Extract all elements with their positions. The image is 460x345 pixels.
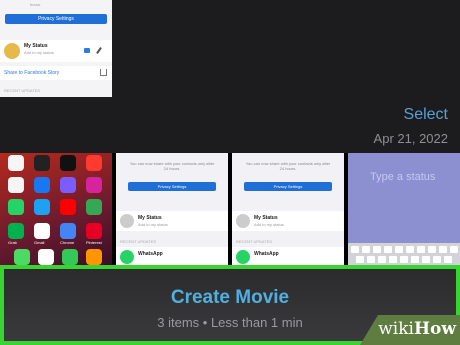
app-icon	[34, 155, 50, 171]
album-header: hours. Privacy Settings My Status Add to…	[0, 0, 460, 153]
key	[384, 246, 392, 253]
key	[351, 246, 359, 253]
app-icon	[60, 155, 76, 171]
type-status-thumbnail[interactable]: Type a status	[348, 153, 460, 265]
whatsapp-status-thumbnail[interactable]: hours. Privacy Settings My Status Add to…	[0, 0, 112, 97]
select-button[interactable]: Select	[404, 106, 448, 124]
key	[367, 256, 375, 263]
my-status-subtitle: Add to my status	[138, 222, 168, 227]
avatar	[236, 214, 250, 228]
share-facebook-row: Share to Facebook Story	[0, 66, 112, 80]
chrome-app-icon	[60, 223, 76, 239]
safari-icon	[38, 249, 54, 265]
share-icon	[100, 69, 107, 76]
app-icon	[86, 155, 102, 171]
whatsapp-icon	[8, 199, 24, 215]
avatar	[120, 214, 134, 228]
key	[422, 256, 430, 263]
my-status-subtitle: Add to my status	[24, 50, 54, 55]
photo-strip: Grab Gmail Chrome Pinterest You can now …	[0, 153, 460, 265]
how-text: How	[413, 319, 456, 339]
whatsapp-avatar	[120, 250, 134, 264]
app-label: Chrome	[60, 240, 75, 245]
share-facebook-label: Share to Facebook Story	[4, 70, 60, 76]
privacy-settings-button: Privacy Settings	[128, 182, 216, 191]
my-status-row: My Status Add to my status	[232, 211, 344, 231]
app-label: Pinterest	[86, 240, 102, 245]
contact-name: WhatsApp	[254, 251, 279, 257]
app-icon	[8, 177, 24, 193]
description-text: You can now share with your contacts onl…	[129, 161, 215, 171]
avatar	[4, 43, 20, 59]
wikihow-watermark: wikiHow	[378, 319, 456, 339]
whatsapp-status-thumbnail[interactable]: You can now share with your contacts onl…	[116, 153, 228, 265]
key	[428, 246, 436, 253]
contact-name: WhatsApp	[138, 251, 163, 257]
recent-updates-label: RECENT UPDATES	[236, 239, 273, 244]
privacy-settings-button: Privacy Settings	[244, 182, 332, 191]
key	[433, 256, 441, 263]
key	[417, 246, 425, 253]
recent-updates-label: RECENT UPDATES	[4, 88, 41, 93]
key	[395, 246, 403, 253]
key	[356, 256, 364, 263]
my-status-title: My Status	[138, 215, 162, 221]
key	[450, 246, 458, 253]
pinterest-icon	[86, 223, 102, 239]
app-label: Grab	[8, 240, 17, 245]
key	[389, 256, 397, 263]
youtube-icon	[60, 199, 76, 215]
my-status-row: My Status Add to my status	[116, 211, 228, 231]
grab-icon	[8, 223, 24, 239]
contact-row: WhatsApp	[232, 247, 344, 265]
twitter-icon	[34, 199, 50, 215]
key	[378, 256, 386, 263]
key	[362, 246, 370, 253]
camera-icon	[84, 48, 90, 53]
date-label: Apr 21, 2022	[373, 131, 448, 146]
instagram-icon	[86, 177, 102, 193]
pencil-icon	[96, 47, 102, 54]
hours-text: hours.	[30, 2, 42, 7]
app-label: Gmail	[34, 240, 45, 245]
privacy-settings-button: Privacy Settings	[5, 14, 107, 24]
app-icon	[8, 155, 24, 171]
wiki-text: wiki	[378, 319, 414, 339]
whatsapp-status-thumbnail[interactable]: You can now share with your contacts onl…	[232, 153, 344, 265]
phone-icon	[14, 249, 30, 265]
key	[411, 256, 419, 263]
key	[400, 256, 408, 263]
messenger-icon	[60, 177, 76, 193]
my-status-row: My Status Add to my status	[0, 40, 112, 62]
keyboard	[348, 243, 460, 265]
gmail-icon	[34, 223, 50, 239]
key	[444, 256, 452, 263]
music-icon	[86, 249, 102, 265]
key	[373, 246, 381, 253]
home-screen-thumbnail[interactable]: Grab Gmail Chrome Pinterest	[0, 153, 112, 265]
messages-icon	[62, 249, 78, 265]
whatsapp-avatar	[236, 250, 250, 264]
chrome-icon	[86, 199, 102, 215]
my-status-subtitle: Add to my status	[254, 222, 284, 227]
facebook-icon	[34, 177, 50, 193]
my-status-title: My Status	[254, 215, 278, 221]
contact-row: WhatsApp	[116, 247, 228, 265]
key	[439, 246, 447, 253]
type-status-text: Type a status	[370, 171, 436, 183]
create-movie-title: Create Movie	[170, 287, 290, 308]
recent-updates-label: RECENT UPDATES	[120, 239, 157, 244]
my-status-title: My Status	[24, 43, 48, 49]
description-text: You can now share with your contacts onl…	[245, 161, 331, 171]
key	[406, 246, 414, 253]
